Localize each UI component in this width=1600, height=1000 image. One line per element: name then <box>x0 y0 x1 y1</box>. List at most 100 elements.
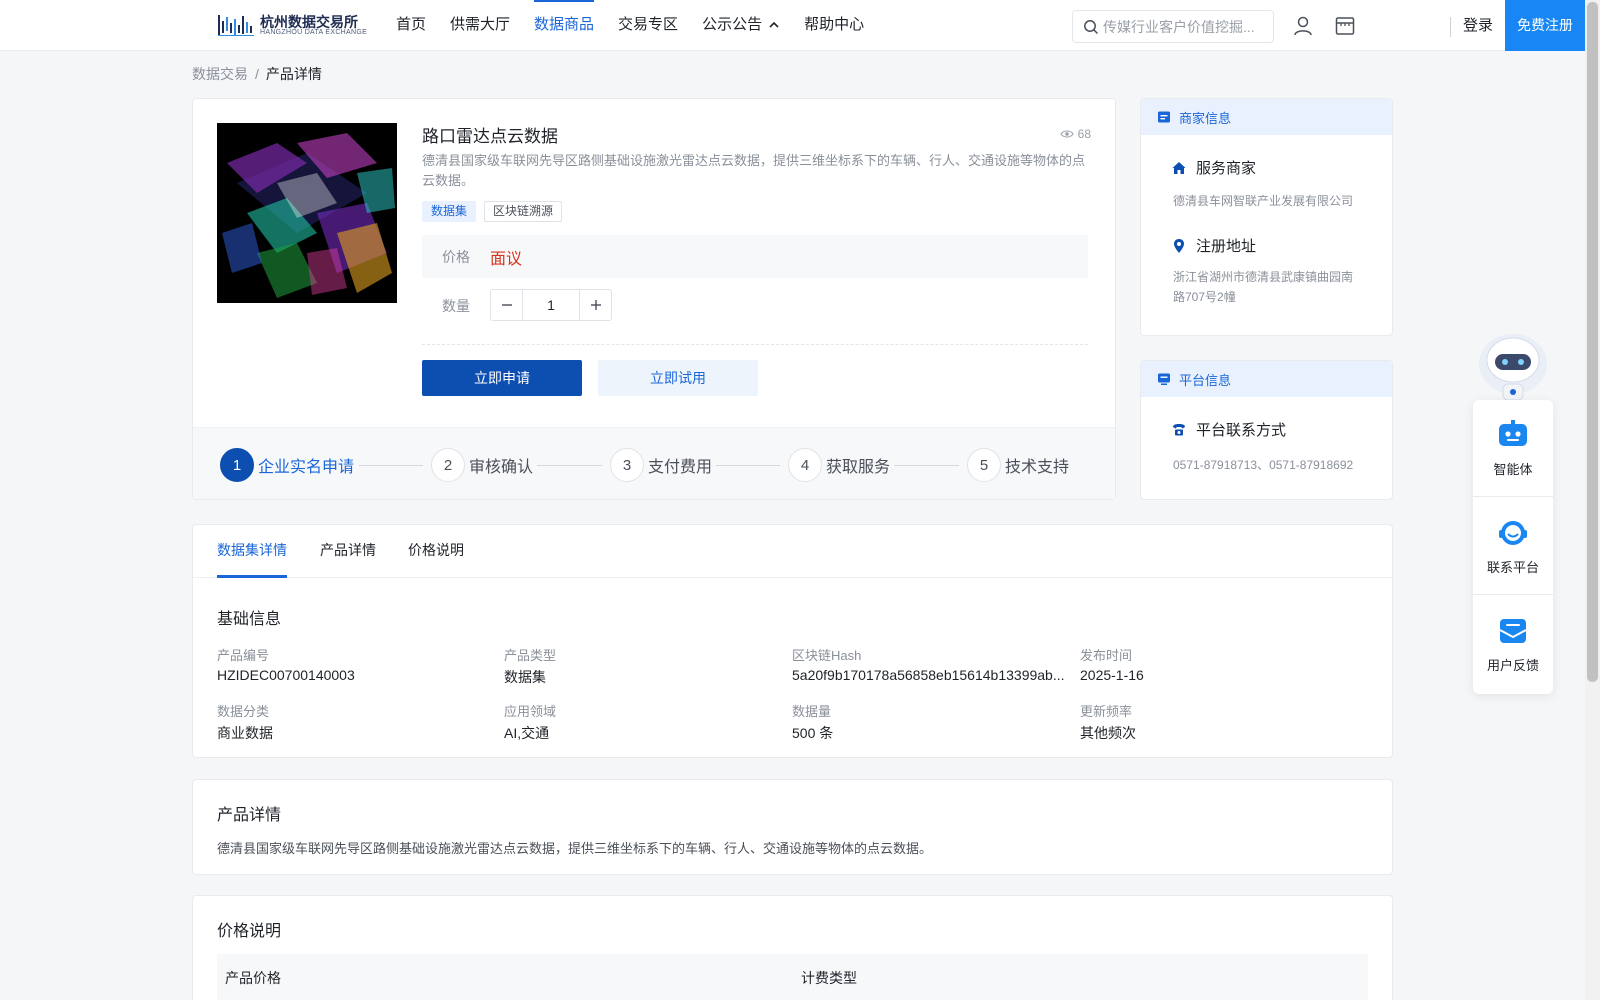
step-4: 4 获取服务 <box>788 448 890 482</box>
search-input[interactable] <box>1103 11 1267 42</box>
quantity-label: 数量 <box>442 298 470 314</box>
store-icon <box>1158 111 1170 123</box>
shop-icon[interactable] <box>1333 14 1357 38</box>
search-box[interactable] <box>1072 10 1274 43</box>
float-contact-label: 联系平台 <box>1486 560 1539 575</box>
service-merchant-row: 服务商家 <box>1171 157 1256 178</box>
field-label: 数据分类 <box>217 704 270 719</box>
breadcrumb-root[interactable]: 数据交易 <box>192 66 248 82</box>
panel-divider <box>1473 594 1553 595</box>
float-agent-label: 智能体 <box>1493 462 1533 477</box>
dataset-details-card: 数据集详情 产品详情 价格说明 基础信息 产品编号 HZIDEC00700140… <box>192 524 1393 758</box>
breadcrumb-current: 产品详情 <box>265 66 322 82</box>
process-steps: 1 企业实名申请 2 审核确认 3 支付费用 4 获取服务 5 技术支持 <box>193 427 1115 499</box>
field-label: 发布时间 <box>1080 648 1133 663</box>
chevron-up-icon <box>769 21 779 28</box>
field-value: 数据集 <box>504 669 546 685</box>
panel-divider <box>1473 496 1553 497</box>
step-5: 5 技术支持 <box>967 448 1069 482</box>
platform-contact-row: 平台联系方式 <box>1171 419 1286 440</box>
field-value: 其他频次 <box>1080 725 1136 741</box>
nav-trade-zone[interactable]: 交易专区 <box>618 0 678 51</box>
tag-blockchain: 区块链溯源 <box>484 201 563 222</box>
quantity-stepper: 1 <box>490 289 612 321</box>
top-header: 杭州数据交易所 HANGZHOU DATA EXCHANGE 首页 供需大厅 数… <box>0 0 1600 51</box>
float-contact[interactable]: 联系平台 <box>1473 498 1553 594</box>
tab-dataset-details[interactable]: 数据集详情 <box>217 525 287 578</box>
step-connector <box>716 465 780 466</box>
column-header-price: 产品价格 <box>225 970 281 986</box>
field-value: AI,交通 <box>504 725 550 741</box>
platform-info-header: 平台信息 <box>1141 361 1392 397</box>
step-connector <box>537 465 602 466</box>
float-feedback[interactable]: 用户反馈 <box>1473 596 1553 692</box>
scrollbar-thumb[interactable] <box>1587 2 1598 682</box>
price-label: 价格 <box>442 249 470 265</box>
platform-contact-title: 平台联系方式 <box>1196 422 1287 439</box>
apply-now-button[interactable]: 立即申请 <box>422 360 582 396</box>
quantity-input[interactable]: 1 <box>522 290 580 320</box>
float-agent[interactable]: 智能体 <box>1473 400 1553 496</box>
merchant-info-card: 商家信息 服务商家 德清县车网智联产业发展有限公司 注册地址 浙江省湖州市德清县… <box>1140 98 1393 336</box>
login-link[interactable]: 登录 <box>1463 0 1493 51</box>
logo-bars-icon <box>218 15 254 36</box>
price-value: 面议 <box>490 251 523 268</box>
product-title: 路口雷达点云数据 <box>422 127 558 146</box>
field-label: 产品类型 <box>504 648 557 663</box>
field-value: 500 条 <box>792 725 834 741</box>
float-feedback-label: 用户反馈 <box>1486 658 1539 673</box>
product-detail-section: 产品详情 德清县国家级车联网先导区路侧基础设施激光雷达点云数据，提供三维坐标系下… <box>192 779 1393 875</box>
breadcrumb: 数据交易 / 产品详情 <box>192 64 322 84</box>
field-value: 商业数据 <box>217 725 273 741</box>
price-section-title: 价格说明 <box>217 923 282 940</box>
column-header-billing-type: 计费类型 <box>801 970 857 986</box>
assistant-robot-icon[interactable] <box>1473 326 1553 402</box>
header-divider <box>1450 17 1451 37</box>
search-icon <box>1084 20 1099 35</box>
nav-announcements[interactable]: 公示公告 <box>702 0 780 51</box>
register-button[interactable]: 免费注册 <box>1505 0 1585 51</box>
home-icon <box>1172 161 1186 174</box>
divider <box>422 344 1088 345</box>
decrement-button[interactable] <box>491 290 522 320</box>
product-detail-title: 产品详情 <box>217 807 282 824</box>
price-box: 价格 面议 <box>422 235 1088 278</box>
step-label: 审核确认 <box>469 459 534 476</box>
step-2: 2 审核确认 <box>431 448 533 482</box>
platform-contact-value: 0571-87918713、0571-87918692 <box>1173 458 1354 472</box>
step-number: 2 <box>431 448 465 482</box>
nav-supply-demand[interactable]: 供需大厅 <box>450 0 510 51</box>
step-label: 获取服务 <box>826 459 891 476</box>
increment-button[interactable] <box>580 290 611 320</box>
user-icon[interactable] <box>1291 14 1315 38</box>
step-number: 4 <box>788 448 822 482</box>
tab-price-description[interactable]: 价格说明 <box>408 525 464 578</box>
step-number: 5 <box>967 448 1001 482</box>
mail-feedback-icon <box>1499 619 1527 643</box>
field-label: 产品编号 <box>217 648 270 663</box>
field-value: 2025-1-16 <box>1080 667 1144 683</box>
step-number: 3 <box>610 448 644 482</box>
field-label: 区块链Hash <box>792 648 862 663</box>
platform-info-card: 平台信息 平台联系方式 0571-87918713、0571-87918692 <box>1140 360 1393 500</box>
step-3: 3 支付费用 <box>610 448 712 482</box>
floating-service-panel: 智能体 联系平台 用户反馈 <box>1473 400 1553 694</box>
trial-now-button[interactable]: 立即试用 <box>598 360 758 396</box>
view-count: 68 <box>1059 127 1091 141</box>
logo-subtext: HANGZHOU DATA EXCHANGE <box>260 29 368 36</box>
step-connector <box>359 465 423 466</box>
price-table-header: 产品价格 计费类型 <box>217 954 1368 1000</box>
tag-dataset: 数据集 <box>422 201 477 222</box>
merchant-info-header: 商家信息 <box>1141 99 1392 135</box>
page-scrollbar[interactable] <box>1585 0 1600 1000</box>
field-label: 应用领域 <box>504 704 557 719</box>
nav-data-products[interactable]: 数据商品 <box>534 0 595 51</box>
field-value: 5a20f9b170178a56858eb15614b13399ab... <box>792 667 1065 683</box>
phone-icon <box>1173 423 1185 435</box>
site-logo[interactable]: 杭州数据交易所 HANGZHOU DATA EXCHANGE <box>218 11 367 39</box>
detail-tabs: 数据集详情 产品详情 价格说明 <box>193 525 1392 578</box>
tab-product-details[interactable]: 产品详情 <box>320 525 376 578</box>
nav-help-center[interactable]: 帮助中心 <box>804 0 864 51</box>
plus-icon <box>590 300 601 310</box>
nav-home[interactable]: 首页 <box>396 0 426 51</box>
